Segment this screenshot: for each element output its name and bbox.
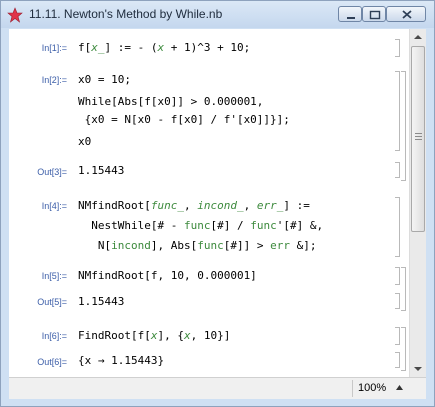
mathematica-icon [7,7,23,23]
scroll-up-icon[interactable] [410,29,426,45]
input-cell-4-line-2[interactable]: NestWhile[# - func[#] / func'[#] &, [78,219,323,232]
status-bar: 100% [9,377,426,399]
notebook-window: 11.11. Newton's Method by While.nb In[1]… [0,0,435,407]
cell-label: Out[6]= [37,357,67,367]
minimize-icon [347,17,355,19]
cell-bracket[interactable] [395,352,400,368]
input-cell-2-line-3[interactable]: {x0 = N[x0 - f[x0] / f'[x0]]}]; [78,113,290,126]
minimize-button[interactable] [338,6,362,22]
maximize-icon [369,10,381,20]
output-cell-6[interactable]: {x → 1.15443} [78,354,164,367]
window-title: 11.11. Newton's Method by While.nb [29,7,223,21]
notebook-content[interactable]: In[1]:= f[x_] := - (x + 1)^3 + 10; In[2]… [9,29,409,377]
output-cell-3[interactable]: 1.15443 [78,164,124,177]
vertical-scrollbar[interactable] [409,29,426,377]
zoom-menu-icon[interactable] [395,384,404,392]
cell-bracket[interactable] [395,39,400,57]
close-icon [402,10,412,19]
scrollbar-thumb[interactable] [411,46,425,232]
cell-label: In[6]:= [41,331,67,341]
output-cell-5[interactable]: 1.15443 [78,295,124,308]
cell-bracket[interactable] [395,162,400,178]
cell-bracket[interactable] [395,293,400,309]
cell-bracket[interactable] [395,267,400,285]
input-cell-2-line-2[interactable]: While[Abs[f[x0]] > 0.000001, [78,95,263,108]
group-bracket[interactable] [401,267,406,311]
cell-label: In[5]:= [41,271,67,281]
cell-label: In[4]:= [41,201,67,211]
input-cell-5[interactable]: NMfindRoot[f, 10, 0.000001] [78,269,257,282]
cell-bracket[interactable] [395,71,400,151]
cell-bracket[interactable] [395,327,400,345]
cell-label: Out[3]= [37,167,67,177]
input-cell-4-line-3[interactable]: N[incond], Abs[func[#]] > err &]; [78,239,317,252]
input-cell-2-line-4[interactable]: x0 [78,135,91,148]
input-cell-2-line-1[interactable]: x0 = 10; [78,73,131,86]
close-button[interactable] [386,6,426,22]
input-cell-6[interactable]: FindRoot[f[x], {x, 10}] [78,329,230,342]
cell-label: In[1]:= [41,43,67,53]
input-cell-4-line-1[interactable]: NMfindRoot[func_, incond_, err_] := [78,199,310,212]
zoom-level[interactable]: 100% [358,382,386,394]
cell-label: In[2]:= [41,75,67,85]
input-cell-1[interactable]: f[x_] := - (x + 1)^3 + 10; [78,41,250,54]
cell-label: Out[5]= [37,297,67,307]
group-bracket[interactable] [401,71,406,181]
title-bar[interactable]: 11.11. Newton's Method by While.nb [1,1,434,28]
group-bracket[interactable] [401,327,406,371]
scroll-down-icon[interactable] [410,361,426,377]
cell-bracket[interactable] [395,197,400,257]
maximize-button[interactable] [362,6,386,22]
